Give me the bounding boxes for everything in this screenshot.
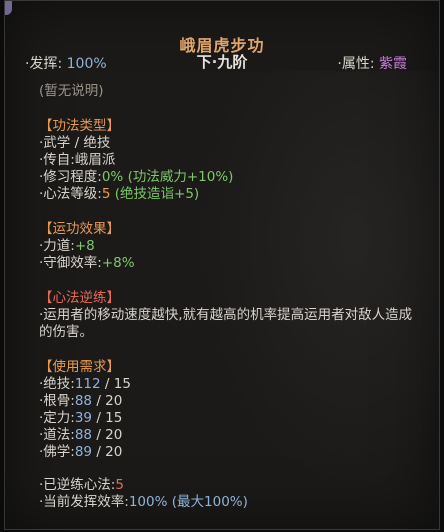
- requirement-label: ·道法:: [39, 427, 75, 443]
- effect-value: +8%: [101, 255, 135, 271]
- play-stat: ·发挥: 100%: [25, 53, 107, 73]
- requirement-separator: /: [92, 393, 106, 409]
- reversed-mind-label: ·已逆练心法:: [39, 477, 116, 493]
- requirement-row: ·道法:88 / 20: [39, 427, 419, 444]
- practice-value: 0%: [101, 169, 124, 185]
- requirement-separator: /: [92, 427, 106, 443]
- effect-section-title: 【运功效果】: [39, 221, 120, 237]
- reverse-section-title: 【心法逆练】: [39, 290, 120, 306]
- effect-row: ·守御效率:+8%: [39, 255, 419, 272]
- requirement-current: 88: [74, 393, 93, 409]
- requirement-current: 39: [74, 410, 93, 426]
- origin-label: ·传自:: [39, 152, 75, 168]
- requirement-label: ·绝技:: [39, 376, 75, 392]
- attribute-value: 紫霞: [379, 56, 407, 72]
- practice-note: (功法威力+10%): [127, 169, 234, 185]
- requirement-required: 15: [105, 410, 123, 426]
- efficiency-note: (最大100%): [171, 494, 248, 510]
- requirement-current: 89: [74, 444, 93, 460]
- efficiency-row: ·当前发挥效率:100% (最大100%): [39, 494, 419, 511]
- requirement-row: ·定力:39 / 15: [39, 410, 419, 427]
- requirement-label: ·定力:: [39, 410, 75, 426]
- requirement-current: 112: [74, 376, 101, 392]
- requirement-required: 15: [113, 376, 131, 392]
- requirement-row: ·佛学:89 / 20: [39, 444, 419, 461]
- practice-label: ·修习程度:: [39, 169, 102, 185]
- attribute-stat: ·属性: 紫霞: [337, 53, 407, 73]
- requirement-required: 20: [105, 393, 123, 409]
- play-label: ·发挥:: [25, 56, 63, 72]
- requirement-current: 88: [74, 427, 93, 443]
- origin-row: ·传自:峨眉派: [39, 152, 419, 169]
- type-category: ·武学 / 绝技: [39, 135, 111, 151]
- origin-value: 峨眉派: [74, 152, 116, 168]
- mind-level-value: 5: [101, 186, 111, 202]
- requirement-separator: /: [100, 376, 114, 392]
- requirement-label: ·根骨:: [39, 393, 75, 409]
- type-section-title: 【功法类型】: [39, 118, 120, 134]
- effect-value: +8: [74, 238, 95, 254]
- reverse-description: ·运用者的移动速度越快,就有越高的机率提高运用者对敌人造成的伤害。: [39, 307, 413, 340]
- effect-label: ·守御效率:: [39, 255, 102, 271]
- requirement-section-title: 【使用需求】: [39, 359, 120, 375]
- mind-level-row: ·心法等级:5 (绝技造诣+5): [39, 186, 419, 203]
- requirement-required: 20: [105, 427, 123, 443]
- rank-level: 九阶: [217, 53, 248, 71]
- effect-label: ·力道:: [39, 238, 75, 254]
- mind-level-label: ·心法等级:: [39, 186, 102, 202]
- requirement-row: ·绝技:112 / 15: [39, 376, 419, 393]
- efficiency-label: ·当前发挥效率:: [39, 494, 129, 510]
- requirement-separator: /: [92, 444, 106, 460]
- reversed-mind-value: 5: [115, 477, 124, 493]
- skill-tooltip-panel: 峨眉虎步功 下·九阶 ·发挥: 100% ·属性: 紫霞 (暂无说明) 【功法类…: [4, 0, 440, 530]
- practice-row: ·修习程度:0% (功法威力+10%): [39, 169, 419, 186]
- requirement-separator: /: [92, 410, 106, 426]
- reversed-mind-row: ·已逆练心法:5: [39, 477, 419, 494]
- mind-level-note: (绝技造诣+5): [114, 186, 200, 202]
- skill-description: (暂无说明): [39, 83, 104, 99]
- tooltip-content: (暂无说明) 【功法类型】 ·武学 / 绝技 ·传自:峨眉派 ·修习程度:0% …: [39, 83, 419, 511]
- play-value: 100%: [66, 56, 107, 72]
- panel-corner-ornament: [5, 1, 12, 15]
- requirement-row: ·根骨:88 / 20: [39, 393, 419, 410]
- effect-row: ·力道:+8: [39, 238, 419, 255]
- requirement-required: 20: [105, 444, 123, 460]
- requirement-label: ·佛学:: [39, 444, 75, 460]
- efficiency-value: 100%: [128, 494, 168, 510]
- rank-tier: 下: [196, 53, 212, 71]
- attribute-label: ·属性:: [337, 56, 375, 72]
